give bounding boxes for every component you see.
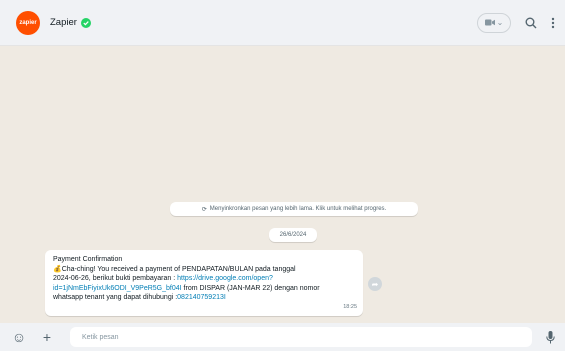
avatar[interactable]: zapier bbox=[16, 10, 40, 35]
date-divider: 26/6/2024 bbox=[269, 228, 317, 242]
message-line: 💰Cha-ching! You received a payment of PE… bbox=[53, 265, 296, 273]
search-icon[interactable] bbox=[525, 17, 537, 29]
sync-icon: ⟳ bbox=[201, 206, 207, 213]
verified-badge-icon bbox=[80, 17, 91, 28]
message-time: 18:25 bbox=[343, 304, 357, 311]
message-input[interactable]: Ketik pesan bbox=[70, 327, 532, 347]
video-call-button[interactable]: ⌄ bbox=[477, 12, 511, 33]
forward-button[interactable]: ➦ bbox=[368, 277, 382, 291]
menu-icon[interactable] bbox=[551, 17, 555, 29]
phone-link[interactable]: 082140759213I bbox=[177, 294, 226, 301]
video-call-icon bbox=[484, 19, 495, 26]
emoji-icon[interactable]: ☺ bbox=[10, 330, 28, 344]
drive-link[interactable]: id=1jNmEbFiyixUk6ODI_V9PeR5G_bf04I bbox=[53, 285, 182, 292]
chat-area: ⟳ Menyinkronkan pesan yang lebih lama. K… bbox=[0, 46, 565, 323]
contact-title[interactable]: Zapier bbox=[50, 17, 91, 28]
message-line: id=1jNmEbFiyixUk6ODI_V9PeR5G_bf04I from … bbox=[53, 284, 320, 292]
message-bubble[interactable]: Payment Confirmation 💰Cha-ching! You rec… bbox=[45, 250, 363, 316]
composer: ☺ + Ketik pesan bbox=[0, 323, 565, 351]
sync-notice[interactable]: ⟳ Menyinkronkan pesan yang lebih lama. K… bbox=[170, 202, 418, 216]
attach-plus-icon[interactable]: + bbox=[38, 330, 56, 344]
forward-icon: ➦ bbox=[371, 279, 379, 289]
message-line: Payment Confirmation bbox=[53, 256, 123, 263]
money-bag-icon: 💰 bbox=[53, 265, 62, 273]
microphone-icon[interactable] bbox=[546, 330, 555, 344]
message-line: whatsapp tenant yang dapat dihubungi :08… bbox=[53, 294, 226, 302]
sync-notice-text: Menyinkronkan pesan yang lebih lama. Kli… bbox=[209, 206, 387, 212]
avatar-text: zapier bbox=[19, 19, 37, 26]
message-line: 2024-06-26, berikut bukti pembayaran : h… bbox=[53, 275, 273, 283]
drive-link[interactable]: https://drive.google.com/open? bbox=[177, 275, 273, 282]
chevron-down-icon: ⌄ bbox=[496, 18, 504, 27]
contact-name: Zapier bbox=[50, 17, 77, 28]
chat-header: zapier Zapier ⌄ bbox=[0, 0, 565, 46]
